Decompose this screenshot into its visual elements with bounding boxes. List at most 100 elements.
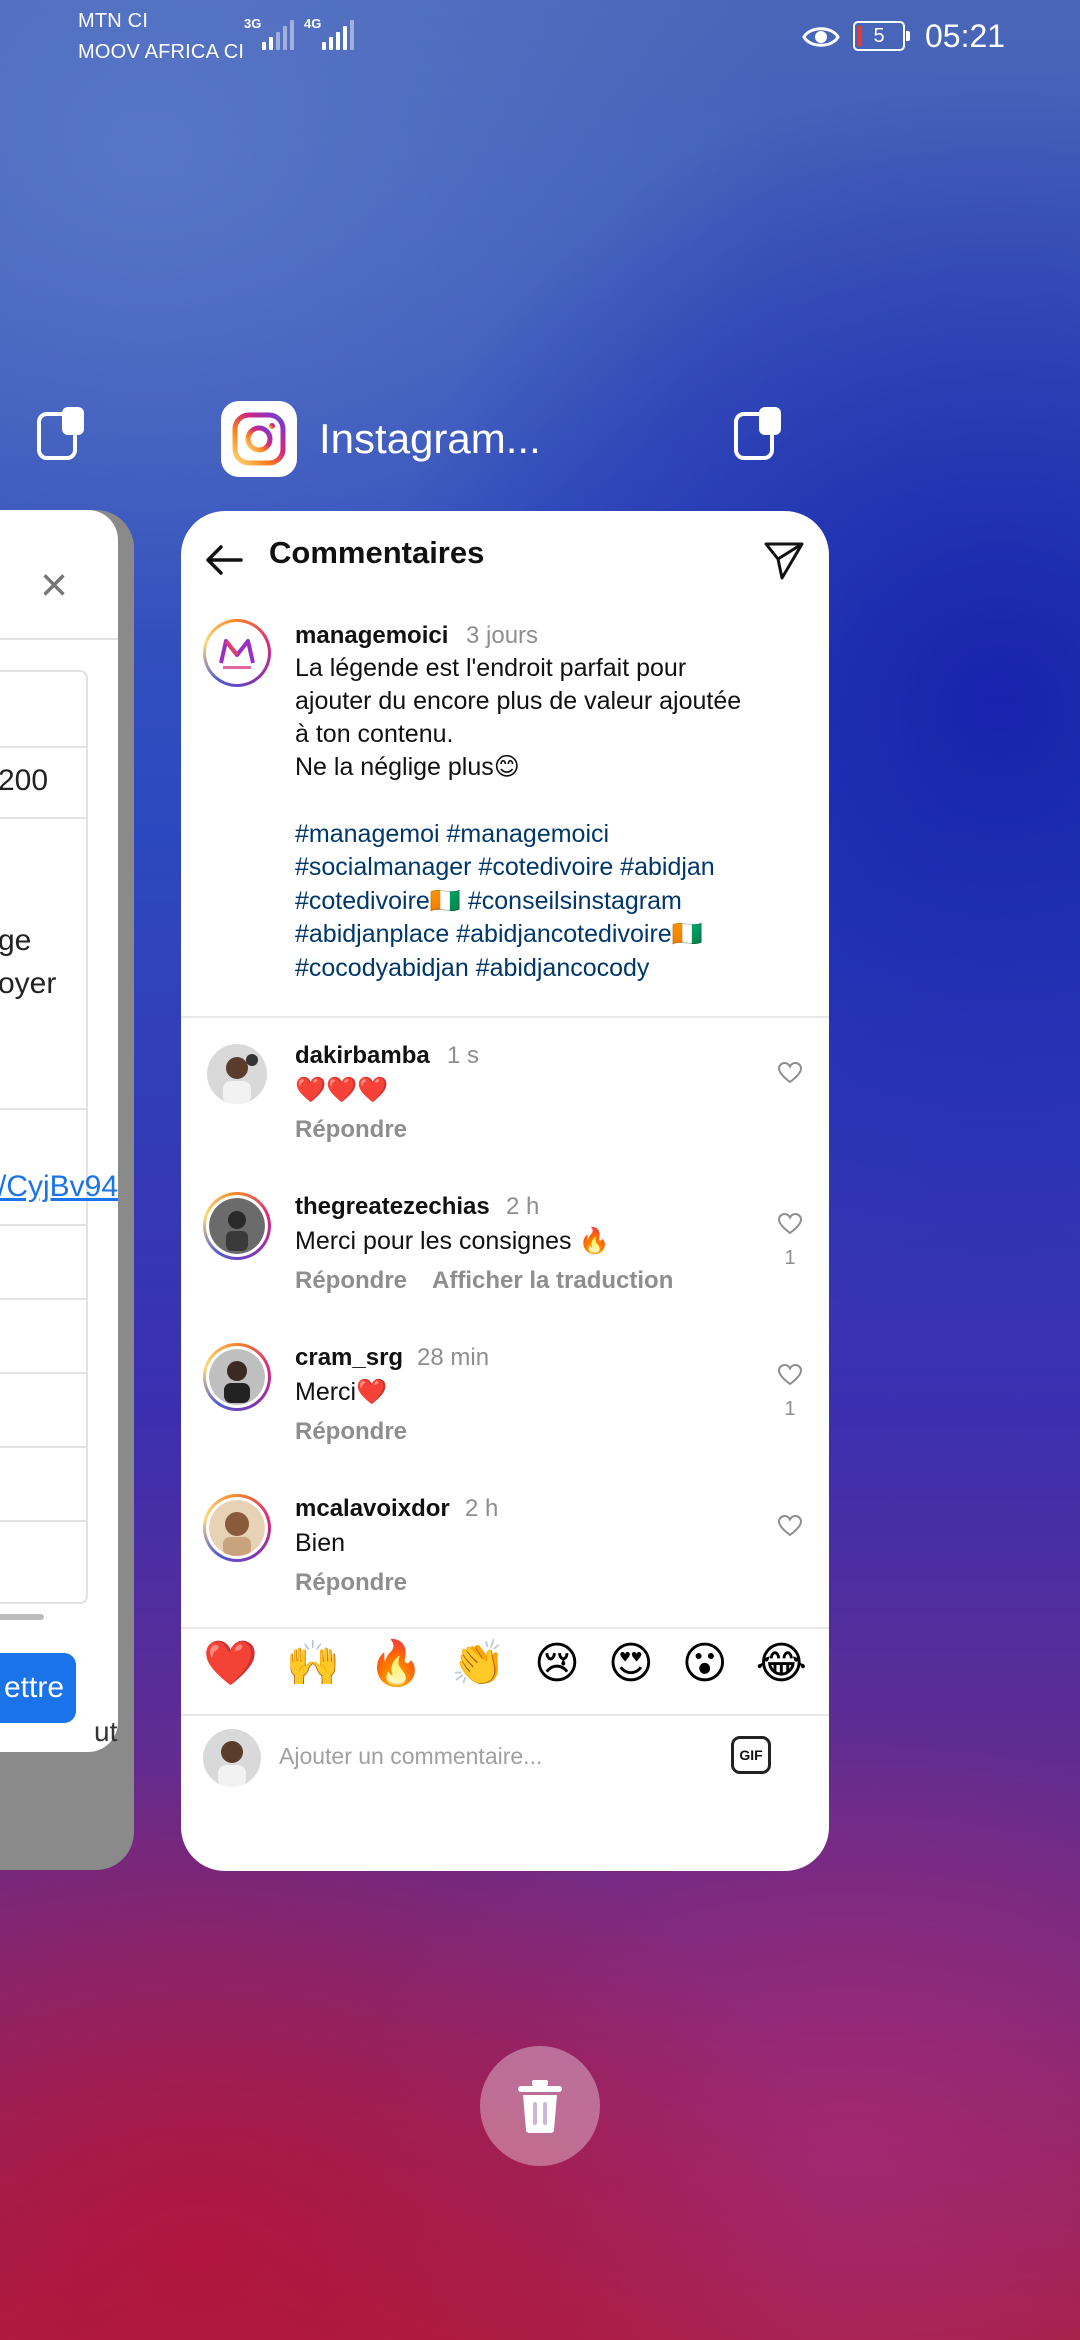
avatar[interactable]: [203, 1192, 271, 1260]
signal-bar: [283, 26, 287, 50]
signal-bar: [329, 37, 333, 50]
eye-comfort-icon: [802, 27, 840, 47]
previous-app-sheet: × 200 ge oyer /CyjBv94 ettre: [0, 510, 118, 1752]
like-count: 1: [784, 1398, 796, 1420]
form-value: 200: [0, 764, 49, 797]
divider: [0, 1298, 86, 1300]
post-time: 3 jours: [466, 622, 539, 649]
emoji-surprised[interactable]: 😮: [682, 1642, 728, 1686]
caption-line: La légende est l'endroit parfait pour: [295, 654, 687, 682]
trash-icon: [518, 2080, 562, 2133]
page-title: Commentaires: [269, 535, 485, 570]
instagram-app-card[interactable]: Commentaires managemoici 3 jours La lége…: [181, 511, 829, 1871]
divider: [0, 1372, 86, 1374]
divider: [0, 1446, 86, 1448]
battery-icon: 5: [853, 21, 910, 51]
caption-line: à ton contenu.: [295, 720, 454, 748]
heart-icon[interactable]: [778, 1062, 802, 1084]
divider: [181, 1016, 829, 1018]
comment-username[interactable]: cram_srg: [295, 1344, 403, 1372]
instagram-logo-icon: [221, 401, 297, 477]
emoji-raised-hands[interactable]: 🙌: [286, 1642, 341, 1686]
link-text[interactable]: /CyjBv94: [0, 1170, 118, 1204]
avatar[interactable]: [207, 1044, 267, 1104]
avatar[interactable]: [203, 1494, 271, 1562]
signal-bar: [350, 20, 354, 50]
translate-button[interactable]: Afficher la traduction: [432, 1267, 673, 1295]
gif-button[interactable]: GIF: [731, 1736, 771, 1774]
emoji-fire[interactable]: 🔥: [369, 1642, 424, 1686]
comment-time: 28 min: [417, 1344, 490, 1371]
comment-text: ❤️❤️❤️: [295, 1076, 389, 1104]
comment-input[interactable]: Ajouter un commentaire...: [279, 1743, 542, 1770]
signal-2-icon: 4G: [304, 16, 354, 50]
battery-percent: 5: [873, 25, 885, 47]
app-title: Instagram...: [319, 415, 541, 462]
carrier-1-label: MTN CI: [78, 10, 149, 32]
reply-button[interactable]: Répondre: [295, 1267, 407, 1295]
hashtag-line[interactable]: #socialmanager #cotedivoire #abidjan: [295, 851, 715, 885]
comment-username[interactable]: thegreatezechias: [295, 1193, 490, 1221]
reply-button[interactable]: Répondre: [295, 1116, 407, 1144]
divider: [0, 1520, 86, 1522]
send-icon[interactable]: [762, 538, 806, 582]
heart-icon[interactable]: [778, 1364, 802, 1386]
avatar[interactable]: [203, 619, 271, 687]
hashtag-line[interactable]: #managemoi #managemoici: [295, 818, 609, 852]
heart-icon[interactable]: [778, 1515, 802, 1537]
close-icon[interactable]: ×: [40, 562, 68, 610]
divider: [0, 746, 86, 748]
hashtag-line[interactable]: #abidjanplace #abidjancotedivoire🇨🇮: [295, 918, 703, 952]
scrollbar[interactable]: [0, 1614, 44, 1620]
submit-button[interactable]: ettre: [0, 1653, 76, 1723]
split-screen-icon[interactable]: [733, 404, 785, 462]
clear-all-button[interactable]: [480, 2046, 600, 2166]
heart-icon[interactable]: [778, 1213, 802, 1235]
signal-bar: [322, 42, 326, 50]
emoji-heart[interactable]: ❤️: [203, 1642, 258, 1686]
emoji-heart-eyes[interactable]: 😍: [608, 1642, 654, 1686]
emoji-laughing[interactable]: 😂: [756, 1642, 807, 1686]
status-bar: MTN CI MOOV AFRICA CI 3G 4G 5 05:21: [0, 0, 1080, 80]
signal-bar: [269, 37, 273, 50]
divider: [0, 638, 118, 640]
back-arrow-icon[interactable]: [203, 539, 245, 581]
post-username[interactable]: managemoici: [295, 622, 448, 650]
emoji-clapping[interactable]: 👏: [451, 1642, 506, 1686]
reply-button[interactable]: Répondre: [295, 1569, 407, 1597]
reply-button[interactable]: Répondre: [295, 1418, 407, 1446]
app-card-header[interactable]: Instagram...: [221, 401, 541, 477]
brand-logo-icon: [209, 625, 265, 681]
carrier-2-label: MOOV AFRICA CI: [78, 41, 245, 63]
comment-time: 1 s: [447, 1042, 480, 1069]
comment-text: Merci❤️: [295, 1378, 388, 1406]
split-screen-icon[interactable]: [36, 404, 88, 462]
background-text: ut: [94, 1716, 118, 1747]
avatar[interactable]: [203, 1343, 271, 1411]
signal-bar: [336, 32, 340, 50]
network-type-1: 3G: [244, 16, 262, 31]
comment-username[interactable]: mcalavoixdor: [295, 1495, 450, 1523]
signal-bar: [262, 42, 266, 50]
caption-line: Ne la néglige plus😊: [295, 753, 520, 781]
network-type-2: 4G: [304, 16, 322, 31]
hashtag-line[interactable]: #cocodyabidjan #abidjancocody: [295, 952, 649, 986]
comment-text: Merci pour les consignes 🔥: [295, 1227, 610, 1255]
comment-time: 2 h: [506, 1193, 540, 1220]
hashtag-line[interactable]: #cotedivoire🇨🇮 #conseilsinstagram: [295, 885, 682, 919]
clock: 05:21: [925, 18, 1006, 54]
comment-time: 2 h: [465, 1495, 499, 1522]
divider: [0, 1108, 86, 1110]
signal-1-icon: 3G: [244, 16, 294, 50]
previous-app-card[interactable]: × 200 ge oyer /CyjBv94 ettre ut: [0, 510, 134, 1870]
caption-line: ajouter du encore plus de valeur ajoutée: [295, 687, 742, 715]
form-text-line: oyer: [0, 967, 57, 1000]
submit-button-label: ettre: [3, 1671, 64, 1704]
comments-header: Commentaires: [181, 511, 829, 603]
divider: [0, 1224, 86, 1226]
form-container: [0, 670, 88, 1604]
emoji-crying[interactable]: 😢: [534, 1642, 580, 1686]
signal-bar: [343, 26, 347, 50]
avatar: [203, 1729, 261, 1787]
comment-username[interactable]: dakirbamba: [295, 1042, 430, 1070]
